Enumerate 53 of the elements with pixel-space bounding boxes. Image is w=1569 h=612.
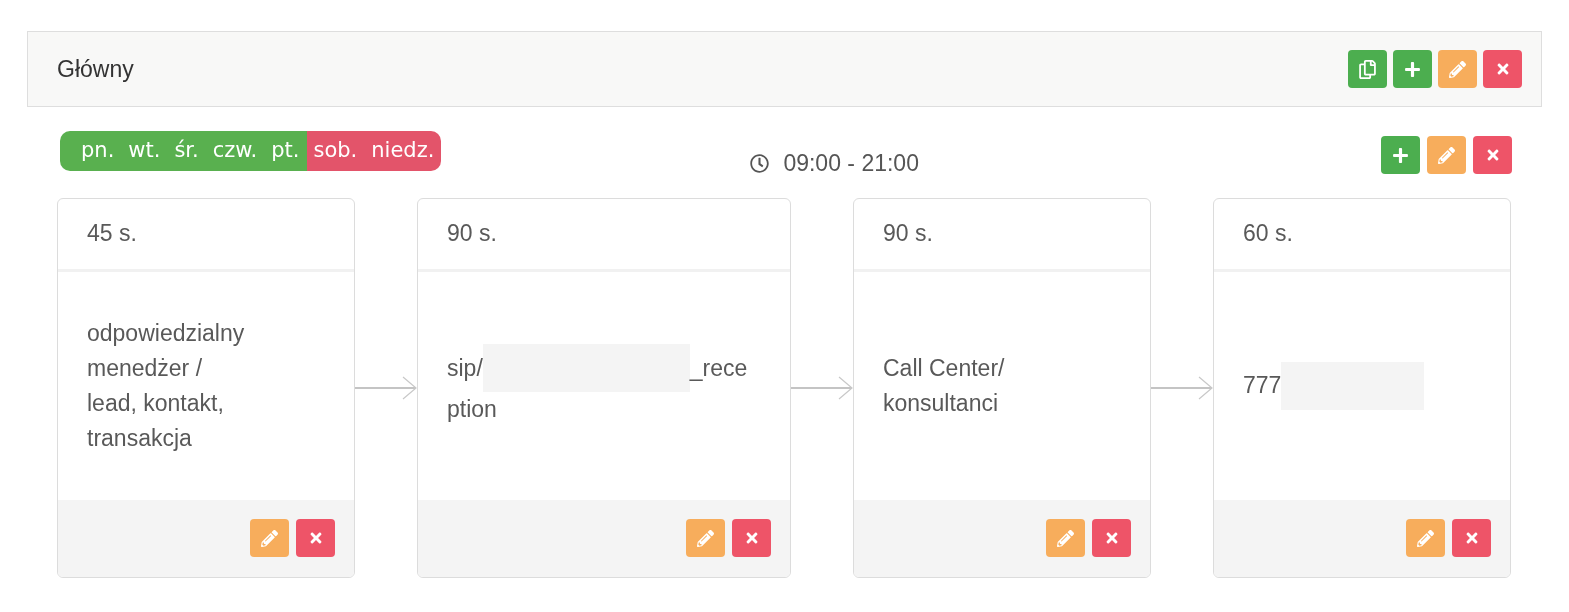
pencil-icon	[1438, 146, 1455, 164]
close-icon	[1464, 530, 1479, 546]
pencil-icon	[261, 529, 278, 547]
weekday-label: pt.	[264, 131, 307, 171]
panel-title: Główny	[57, 54, 134, 84]
step-target-text: Call Center/ konsultanci	[883, 353, 1006, 418]
edit-button[interactable]	[686, 519, 725, 557]
edit-button[interactable]	[1438, 50, 1477, 88]
delete-button[interactable]	[1473, 136, 1512, 174]
step-target-text: ption	[447, 395, 497, 424]
delete-button[interactable]	[1092, 519, 1131, 557]
close-icon	[1495, 61, 1510, 77]
arrow-connector	[355, 375, 417, 400]
step-duration: 45 s.	[87, 219, 137, 249]
step-target-text: sip/	[447, 353, 483, 383]
copy-icon	[1358, 59, 1377, 79]
delete-button[interactable]	[732, 519, 771, 557]
weekday-label: pn.	[60, 131, 122, 171]
delete-button[interactable]	[1452, 519, 1491, 557]
weekday-label: czw.	[205, 131, 265, 171]
close-icon	[1485, 147, 1500, 163]
edit-button[interactable]	[1406, 519, 1445, 557]
copy-button[interactable]	[1348, 50, 1387, 88]
pencil-icon	[1417, 529, 1434, 547]
step-target-text: _rece	[689, 353, 748, 383]
delete-button[interactable]	[1483, 50, 1522, 88]
arrow-connector	[791, 375, 853, 400]
arrow-connector	[1151, 375, 1213, 400]
pencil-icon	[1449, 60, 1466, 78]
edit-button[interactable]	[1046, 519, 1085, 557]
step-target-text: 777	[1243, 371, 1282, 400]
plus-icon	[1392, 146, 1409, 164]
edit-button[interactable]	[1427, 136, 1466, 174]
close-icon	[308, 530, 323, 546]
clock-icon	[750, 153, 770, 173]
step-duration: 90 s.	[447, 219, 497, 249]
weekday-label: sob.	[306, 131, 365, 171]
delete-button[interactable]	[296, 519, 335, 557]
add-button[interactable]	[1393, 50, 1432, 88]
weekday-label: śr.	[167, 131, 206, 171]
close-icon	[1104, 530, 1119, 546]
time-range: 09:00 - 21:00	[783, 149, 919, 178]
add-button[interactable]	[1381, 136, 1420, 174]
pencil-icon	[1057, 529, 1074, 547]
step-target-text: odpowiedzialny menedżer / lead, kontakt, transakcja	[87, 318, 246, 453]
weekday-label: niedz.	[364, 131, 442, 171]
plus-icon	[1404, 60, 1421, 78]
close-icon	[744, 530, 759, 546]
weekday-label: wt.	[121, 131, 168, 171]
edit-button[interactable]	[250, 519, 289, 557]
step-duration: 60 s.	[1243, 219, 1293, 249]
pencil-icon	[697, 529, 714, 547]
step-duration: 90 s.	[883, 219, 933, 249]
